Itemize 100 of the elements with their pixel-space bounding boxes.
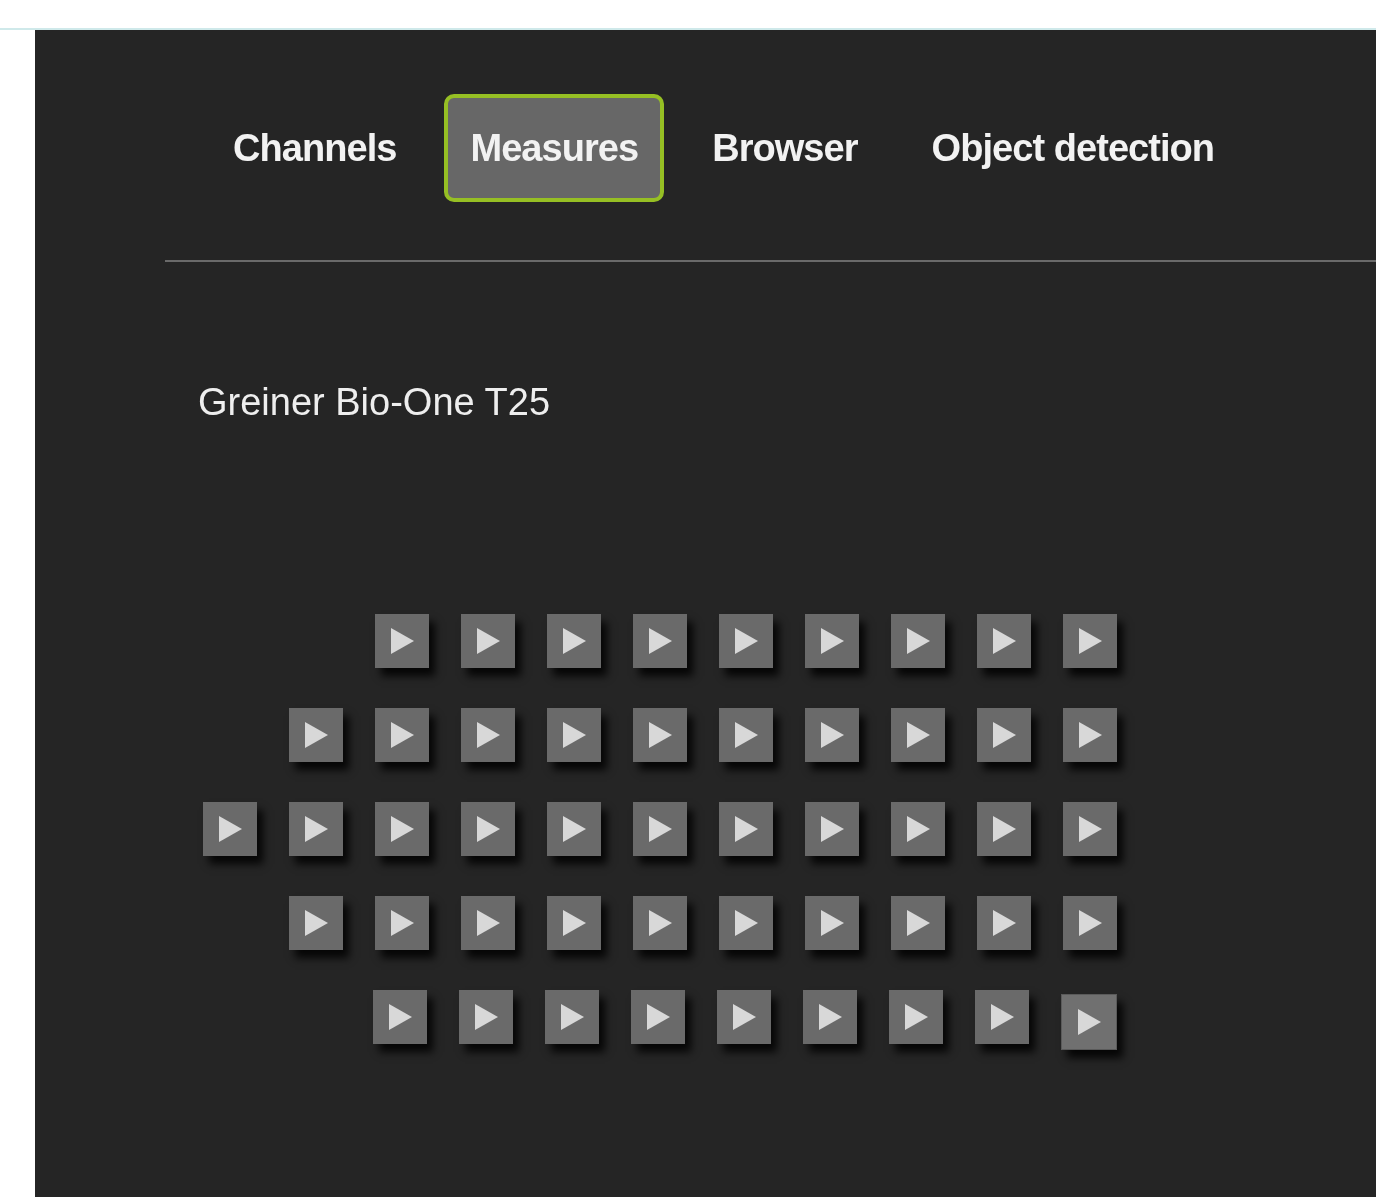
play-icon — [991, 627, 1017, 655]
play-icon — [733, 815, 759, 843]
play-icon — [303, 909, 329, 937]
play-button[interactable] — [461, 802, 515, 856]
play-icon — [903, 1003, 929, 1031]
plate-title: Greiner Bio-One T25 — [198, 380, 552, 425]
play-button[interactable] — [461, 708, 515, 762]
play-button[interactable] — [719, 896, 773, 950]
play-icon — [303, 815, 329, 843]
play-button[interactable] — [977, 614, 1031, 668]
play-icon — [647, 909, 673, 937]
play-button[interactable] — [1061, 994, 1117, 1050]
play-icon — [817, 1003, 843, 1031]
play-button[interactable] — [975, 990, 1029, 1044]
play-icon — [559, 1003, 585, 1031]
play-icon — [819, 721, 845, 749]
play-icon — [1077, 815, 1103, 843]
play-icon — [645, 1003, 671, 1031]
play-button[interactable] — [289, 708, 343, 762]
play-icon — [647, 815, 673, 843]
play-button[interactable] — [891, 708, 945, 762]
play-button[interactable] — [805, 896, 859, 950]
play-icon — [905, 721, 931, 749]
play-button[interactable] — [459, 990, 513, 1044]
play-button[interactable] — [547, 802, 601, 856]
play-icon — [561, 721, 587, 749]
play-button[interactable] — [375, 614, 429, 668]
play-icon — [905, 909, 931, 937]
play-button[interactable] — [1063, 802, 1117, 856]
play-icon — [819, 909, 845, 937]
play-button[interactable] — [633, 708, 687, 762]
play-icon — [733, 627, 759, 655]
play-icon — [819, 815, 845, 843]
play-icon — [1077, 721, 1103, 749]
play-button[interactable] — [289, 802, 343, 856]
play-button[interactable] — [977, 802, 1031, 856]
play-icon — [303, 721, 329, 749]
play-icon — [475, 627, 501, 655]
play-button[interactable] — [375, 802, 429, 856]
play-icon — [389, 815, 415, 843]
play-button[interactable] — [547, 708, 601, 762]
play-button[interactable] — [373, 990, 427, 1044]
play-button[interactable] — [977, 896, 1031, 950]
play-button[interactable] — [717, 990, 771, 1044]
play-button[interactable] — [805, 802, 859, 856]
play-button[interactable] — [977, 708, 1031, 762]
play-button[interactable] — [891, 614, 945, 668]
play-icon — [1077, 909, 1103, 937]
play-button[interactable] — [719, 802, 773, 856]
play-icon — [991, 721, 1017, 749]
play-button[interactable] — [633, 614, 687, 668]
play-button[interactable] — [203, 802, 257, 856]
play-icon — [473, 1003, 499, 1031]
play-button[interactable] — [289, 896, 343, 950]
play-icon — [217, 815, 243, 843]
play-icon — [561, 909, 587, 937]
play-button[interactable] — [1063, 896, 1117, 950]
play-button[interactable] — [719, 614, 773, 668]
play-icon — [475, 909, 501, 937]
play-icon — [989, 1003, 1015, 1031]
play-icon — [991, 909, 1017, 937]
play-icon — [561, 627, 587, 655]
play-icon — [733, 721, 759, 749]
play-button[interactable] — [1063, 708, 1117, 762]
play-icon — [819, 627, 845, 655]
play-button[interactable] — [375, 896, 429, 950]
tab[interactable]: Object detection — [905, 94, 1241, 202]
play-icon — [475, 815, 501, 843]
play-icon — [387, 1003, 413, 1031]
play-button[interactable] — [891, 802, 945, 856]
play-icon — [561, 815, 587, 843]
play-icon — [731, 1003, 757, 1031]
play-icon — [1077, 627, 1103, 655]
play-icon — [389, 627, 415, 655]
play-icon — [647, 721, 673, 749]
play-button[interactable] — [547, 614, 601, 668]
play-button[interactable] — [803, 990, 857, 1044]
play-button[interactable] — [805, 708, 859, 762]
tab[interactable]: Channels — [207, 94, 423, 202]
tab[interactable]: Measures — [444, 94, 665, 202]
play-button[interactable] — [805, 614, 859, 668]
play-button[interactable] — [889, 990, 943, 1044]
play-button[interactable] — [1063, 614, 1117, 668]
play-button[interactable] — [633, 802, 687, 856]
play-icon — [991, 815, 1017, 843]
play-button[interactable] — [461, 896, 515, 950]
play-icon — [389, 721, 415, 749]
play-button[interactable] — [631, 990, 685, 1044]
play-button[interactable] — [547, 896, 601, 950]
play-button[interactable] — [375, 708, 429, 762]
play-button[interactable] — [461, 614, 515, 668]
play-button[interactable] — [891, 896, 945, 950]
play-icon — [733, 909, 759, 937]
play-button[interactable] — [545, 990, 599, 1044]
tab[interactable]: Browser — [686, 94, 884, 202]
play-button[interactable] — [719, 708, 773, 762]
play-button[interactable] — [633, 896, 687, 950]
play-icon — [389, 909, 415, 937]
play-icon — [905, 815, 931, 843]
play-icon — [1076, 1008, 1102, 1036]
